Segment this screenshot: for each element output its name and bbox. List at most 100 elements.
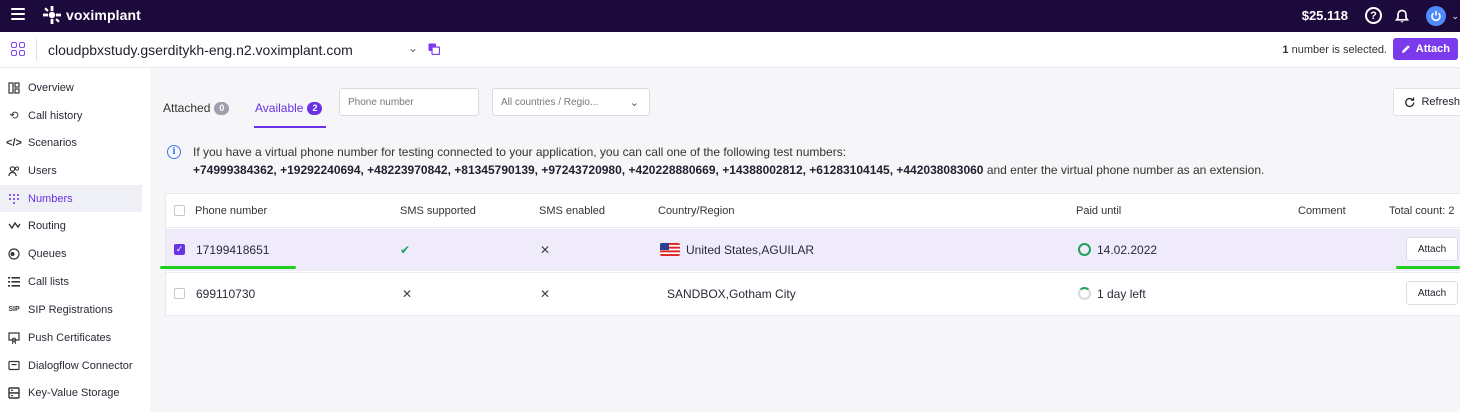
- sidebar-item-key-value-storage[interactable]: Key-Value Storage: [0, 379, 142, 406]
- phone-number: 699110730: [196, 287, 256, 301]
- brand-name: voximplant: [66, 7, 141, 23]
- attach-button[interactable]: Attach: [1392, 38, 1458, 60]
- sidebar-item-call-lists[interactable]: Call lists: [0, 268, 142, 295]
- applications-grid-icon[interactable]: [11, 42, 25, 56]
- hamburger-menu-icon[interactable]: [11, 8, 25, 24]
- chevron-down-icon[interactable]: ⌄: [1451, 11, 1459, 22]
- sidebar-item-queues[interactable]: Queues: [0, 240, 142, 267]
- row-attach-button[interactable]: Attach: [1406, 281, 1458, 305]
- column-header-sms-supported: SMS supported: [400, 205, 476, 217]
- power-glyph: [1431, 11, 1441, 22]
- sidebar-item-label: Numbers: [28, 192, 73, 205]
- sidebar-item-overview[interactable]: Overview: [0, 74, 142, 101]
- sms-enabled-cross-icon: ✕: [540, 243, 551, 257]
- sidebar-item-users[interactable]: Users: [0, 157, 142, 184]
- sidebar-item-sip-registrations[interactable]: SIP SIP Registrations: [0, 296, 142, 323]
- column-header-comment: Comment: [1298, 205, 1346, 217]
- history-icon: ⟲: [9, 110, 19, 122]
- tab-available[interactable]: Available 2: [255, 101, 323, 115]
- sidebar-item-label: Push Certificates: [28, 331, 112, 344]
- tab-count-badge: 2: [307, 101, 323, 115]
- numbers-table: Phone number SMS supported SMS enabled C…: [165, 193, 1460, 316]
- tab-attached[interactable]: Attached 0: [163, 101, 230, 115]
- sidebar-item-label: Scenarios: [28, 136, 77, 149]
- sidebar-item-routing[interactable]: Routing: [0, 212, 142, 239]
- sidebar-item-scenarios[interactable]: </> Scenarios: [0, 129, 142, 156]
- paid-until-value: 14.02.2022: [1097, 243, 1158, 257]
- select-all-checkbox[interactable]: [174, 205, 185, 216]
- refresh-button[interactable]: Refresh: [1393, 88, 1460, 116]
- pencil-icon: [1401, 45, 1410, 53]
- top-navigation-bar: voximplant $25.118 ? ⌄: [0, 0, 1460, 32]
- selection-count: 1: [1282, 44, 1289, 56]
- voximplant-logo-icon: [43, 6, 61, 24]
- country-select-value: All countries / Regio...: [501, 96, 599, 108]
- sidebar-item-label: Call lists: [28, 275, 69, 288]
- sidebar: Overview ⟲ Call history </> Scenarios Us…: [0, 68, 150, 412]
- sms-supported-check-icon: ✔: [400, 243, 411, 257]
- sidebar-item-dialogflow-connector[interactable]: Dialogflow Connector: [0, 352, 142, 379]
- main-content: Attached 0 Available 2 Phone number All …: [150, 68, 1460, 412]
- test-numbers: +74999384362, +19292240694, +48223970842…: [193, 163, 984, 177]
- help-icon[interactable]: ?: [1365, 7, 1382, 24]
- sidebar-item-label: Queues: [28, 247, 67, 260]
- row-checkbox[interactable]: ✓: [174, 244, 185, 255]
- sidebar-item-push-certificates[interactable]: Push Certificates: [0, 324, 142, 351]
- row-attach-button[interactable]: Attach: [1406, 237, 1458, 261]
- certificate-icon: [7, 331, 21, 344]
- voximplant-logo[interactable]: voximplant: [42, 5, 141, 25]
- bell-glyph: [1395, 9, 1409, 22]
- table-row[interactable]: 699110730 ✕ ✕ SANDBOX,Gotham City 1 day …: [166, 272, 1460, 314]
- tab-label: Attached: [163, 101, 211, 115]
- dialog-icon: [7, 360, 21, 372]
- country-region: United States,AGUILAR: [660, 243, 814, 257]
- column-header-country[interactable]: Country/Region: [658, 205, 734, 217]
- country-name: SANDBOX,Gotham City: [667, 287, 796, 301]
- paid-status-icon: [1078, 243, 1091, 256]
- chevron-down-icon: ⌄: [629, 96, 639, 109]
- sip-icon: SIP: [8, 306, 20, 313]
- total-count: Total count: 2: [1389, 205, 1455, 217]
- paid-status-icon: [1078, 287, 1091, 300]
- sidebar-item-label: Call history: [28, 109, 83, 122]
- queue-icon: [7, 247, 21, 260]
- country-name: United States,AGUILAR: [686, 243, 815, 257]
- phone-number-filter-input[interactable]: Phone number: [339, 88, 479, 116]
- selection-status: 1 number is selected.: [1282, 44, 1387, 56]
- code-icon: </>: [6, 136, 22, 149]
- routing-icon: [7, 220, 21, 231]
- attach-button-label: Attach: [1415, 43, 1450, 55]
- info-numbers-line: +74999384362, +19292240694, +48223970842…: [193, 163, 1264, 177]
- selection-text: number is selected.: [1291, 44, 1387, 56]
- sidebar-item-label: Overview: [28, 81, 74, 94]
- refresh-icon: [1405, 96, 1415, 107]
- column-header-sms-enabled: SMS enabled: [539, 205, 606, 217]
- active-tab-indicator: [254, 126, 326, 128]
- paid-until: 1 day left: [1078, 287, 1146, 301]
- column-header-phone[interactable]: Phone number: [195, 205, 267, 217]
- tab-count-badge: 0: [214, 101, 230, 115]
- chevron-down-icon[interactable]: ⌄: [408, 41, 418, 55]
- highlight-underline: [1396, 266, 1460, 269]
- account-balance[interactable]: $25.118: [1302, 8, 1348, 23]
- table-row[interactable]: ✓ 17199418651 ✔ ✕ United States,AGUILAR …: [166, 229, 1460, 271]
- column-header-paid-until[interactable]: Paid until: [1076, 205, 1121, 217]
- country-region-select[interactable]: All countries / Regio... ⌄: [492, 88, 650, 116]
- account-avatar-icon[interactable]: [1426, 6, 1446, 26]
- sidebar-item-label: Dialogflow Connector: [28, 359, 133, 372]
- application-name[interactable]: cloudpbxstudy.gserditykh-eng.n2.voximpla…: [48, 42, 353, 58]
- sidebar-item-call-history[interactable]: ⟲ Call history: [0, 102, 142, 129]
- row-checkbox[interactable]: [174, 288, 185, 299]
- sidebar-item-label: Key-Value Storage: [28, 386, 120, 399]
- application-bar: cloudpbxstudy.gserditykh-eng.n2.voximpla…: [0, 32, 1460, 68]
- copy-icon[interactable]: [428, 43, 440, 55]
- dialpad-icon: [7, 193, 21, 205]
- sidebar-item-numbers[interactable]: Numbers: [0, 185, 142, 212]
- divider: [36, 39, 37, 61]
- users-icon: [7, 165, 21, 177]
- bell-icon[interactable]: [1393, 7, 1411, 25]
- phone-input-placeholder: Phone number: [348, 96, 414, 108]
- sms-enabled-cross-icon: ✕: [540, 287, 551, 301]
- storage-icon: [7, 386, 21, 399]
- info-suffix: and enter the virtual phone number as an…: [983, 163, 1265, 177]
